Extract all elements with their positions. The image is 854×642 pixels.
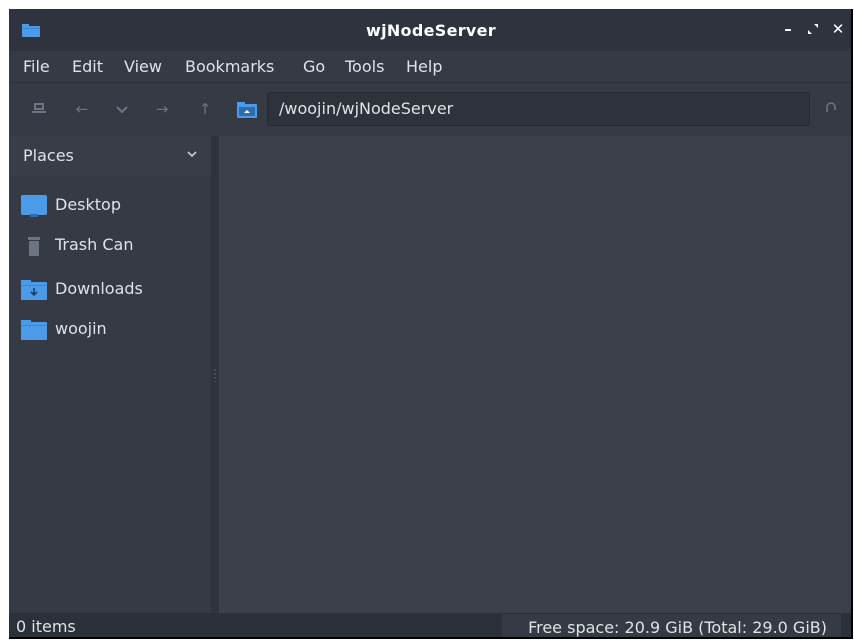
- sidebar-item-trash[interactable]: Trash Can: [9, 229, 211, 263]
- sidebar-item-label: Downloads: [55, 279, 143, 298]
- places-header[interactable]: Places: [9, 136, 211, 176]
- trash-icon: [28, 237, 40, 256]
- desktop-icon: [21, 195, 47, 217]
- splitter-handle: [214, 368, 216, 382]
- sidebar-item-downloads[interactable]: Downloads: [9, 273, 211, 307]
- go-button[interactable]: [822, 100, 840, 118]
- menu-view[interactable]: View: [124, 57, 162, 76]
- menu-edit[interactable]: Edit: [72, 57, 103, 76]
- menu-bookmarks[interactable]: Bookmarks: [185, 57, 274, 76]
- maximize-button[interactable]: [804, 19, 822, 39]
- places-sidebar: Places Desktop Trash Can Downloads wooji…: [9, 136, 211, 613]
- menu-file[interactable]: File: [23, 57, 50, 76]
- arrow-right-icon: →: [155, 100, 169, 118]
- close-button[interactable]: ✕: [829, 19, 847, 39]
- arrow-left-icon: ←: [75, 100, 89, 118]
- sidebar-item-label: Trash Can: [55, 235, 134, 254]
- minimize-button[interactable]: –: [779, 19, 797, 39]
- places-label: Places: [23, 146, 74, 165]
- status-bar: 0 items Free space: 20.9 GiB (Total: 29.…: [9, 613, 851, 637]
- menu-bar: File Edit View Bookmarks Go Tools Help: [9, 51, 851, 82]
- arrow-up-icon: ↑: [198, 100, 212, 118]
- back-button[interactable]: ←: [72, 100, 92, 118]
- menu-tools[interactable]: Tools: [345, 57, 384, 76]
- history-dropdown-button[interactable]: [112, 100, 132, 118]
- sidebar-item-label: woojin: [55, 319, 107, 338]
- item-count: 0 items: [16, 617, 76, 636]
- menu-help[interactable]: Help: [406, 57, 442, 76]
- free-space-text: Free space: 20.9 GiB (Total: 29.0 GiB): [528, 618, 827, 637]
- chevron-down-icon: [187, 151, 197, 158]
- up-button[interactable]: ↑: [195, 100, 215, 118]
- sidebar-item-label: Desktop: [55, 195, 121, 214]
- sidebar-splitter[interactable]: [211, 136, 219, 613]
- navigation-toolbar: ← → ↑ /woojin/wjNodeServer: [9, 83, 851, 135]
- computer-icon: [32, 103, 46, 113]
- title-bar[interactable]: wjNodeServer – ✕: [9, 9, 851, 51]
- path-text: /woojin/wjNodeServer: [279, 99, 454, 118]
- computer-button[interactable]: [29, 100, 49, 118]
- chevron-down-icon: [116, 106, 128, 114]
- sidebar-item-woojin[interactable]: woojin: [9, 313, 211, 347]
- file-manager-window: wjNodeServer – ✕ File Edit View Bookmark…: [9, 9, 853, 639]
- file-list-area[interactable]: [219, 136, 851, 613]
- maximize-icon: [808, 24, 818, 34]
- window-title: wjNodeServer: [366, 21, 496, 40]
- downloads-folder-icon: [21, 280, 47, 300]
- sidebar-item-desktop[interactable]: Desktop: [9, 189, 211, 223]
- path-input[interactable]: /woojin/wjNodeServer: [267, 92, 810, 126]
- free-space-panel: Free space: 20.9 GiB (Total: 29.0 GiB): [502, 614, 841, 637]
- home-folder-icon: [21, 320, 47, 340]
- forward-button[interactable]: →: [152, 100, 172, 118]
- menu-go[interactable]: Go: [303, 57, 325, 76]
- go-arrow-icon: [826, 102, 836, 112]
- folder-location-icon: [237, 102, 257, 118]
